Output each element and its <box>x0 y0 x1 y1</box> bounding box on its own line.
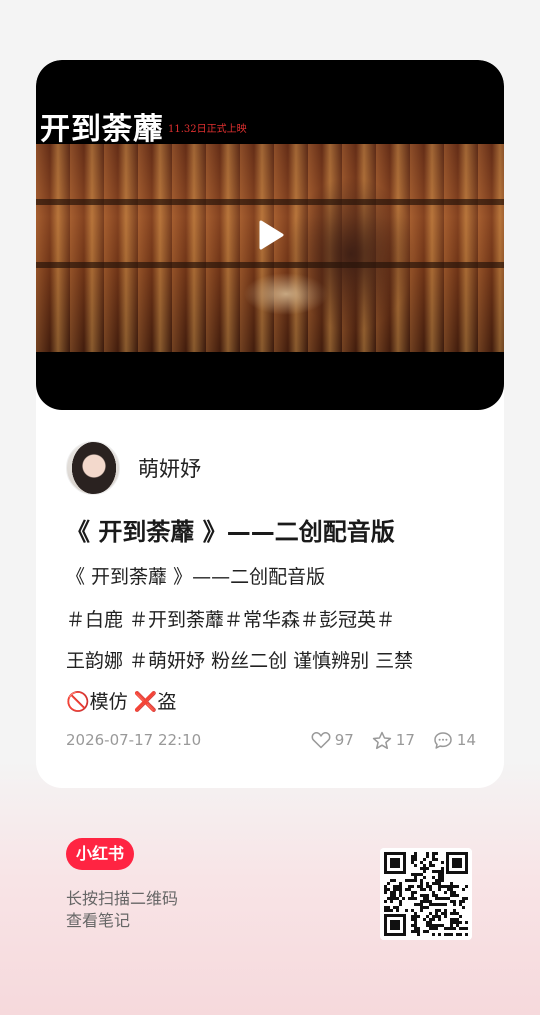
author-name[interactable]: 萌妍妤 <box>138 453 201 483</box>
like-stat[interactable]: 97 <box>311 731 354 749</box>
qr-code[interactable] <box>380 848 472 940</box>
video-subtitle-overlay: 11.32日正式上映 <box>168 124 247 135</box>
post-meta: 2026-07-17 22:10 97 17 14 <box>66 728 476 752</box>
star-icon[interactable] <box>372 731 392 750</box>
video-shelf <box>36 199 504 205</box>
post-body-line: ＃白鹿 ＃开到荼蘼＃常华森＃彭冠英＃ <box>66 609 396 631</box>
post-body: ＃白鹿 ＃开到荼蘼＃常华森＃彭冠英＃ 王韵娜 ＃萌妍妤 粉丝二创 谨慎辨别 三禁… <box>66 600 486 723</box>
like-count: 97 <box>334 731 354 749</box>
comment-count: 14 <box>456 731 476 749</box>
author-info[interactable]: 萌妍妤 <box>66 440 201 496</box>
video-shelf <box>36 262 504 268</box>
post-date: 2026-07-17 22:10 <box>66 731 202 749</box>
favorite-stat[interactable]: 17 <box>372 731 415 750</box>
xiaohongshu-logo: 小红书 <box>66 838 134 870</box>
post-body-line: 王韵娜 ＃萌妍妤 粉丝二创 谨慎辨别 三禁 <box>66 650 414 672</box>
scan-hint: 长按扫描二维码 查看笔记 <box>66 888 178 932</box>
heart-icon[interactable] <box>311 731 331 749</box>
play-icon[interactable] <box>258 220 284 250</box>
video-title-overlay: 开到荼蘼 <box>40 112 164 147</box>
scan-hint-line: 查看笔记 <box>66 911 131 930</box>
favorite-count: 17 <box>395 731 415 749</box>
note-card: 开到荼蘼 11.32日正式上映 萌妍妤 《 开到荼蘼 》——二创配音版 《 开到… <box>36 60 504 788</box>
post-subtitle: 《 开到荼蘼 》——二创配音版 <box>66 566 326 588</box>
comment-stat[interactable]: 14 <box>433 731 476 750</box>
video-player[interactable]: 开到荼蘼 11.32日正式上映 <box>36 60 504 410</box>
comment-icon[interactable] <box>433 731 453 750</box>
post-body-line: 🚫模仿 ❌盗 <box>66 691 177 713</box>
post-title: 《 开到荼蘼 》——二创配音版 <box>66 518 395 546</box>
avatar[interactable] <box>66 441 120 495</box>
scan-hint-line: 长按扫描二维码 <box>66 889 179 908</box>
